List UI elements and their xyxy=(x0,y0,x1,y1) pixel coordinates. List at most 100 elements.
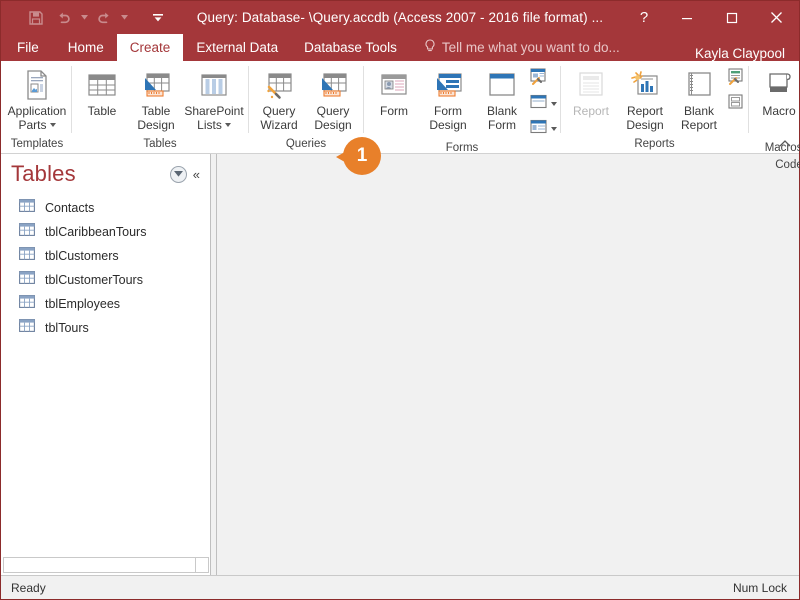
table-design-label-2: Design xyxy=(137,117,175,132)
more-forms-button[interactable] xyxy=(529,118,557,140)
more-forms-icon xyxy=(529,118,548,140)
ribbon-tabs: File Home Create External Data Database … xyxy=(1,34,799,61)
nav-item-label: tblCaribbeanTours xyxy=(45,225,147,239)
navigation-pane-horizontal-scrollbar[interactable] xyxy=(3,557,209,573)
sharepoint-lists-label-1: SharePoint xyxy=(184,104,244,118)
quick-access-toolbar xyxy=(1,6,171,30)
query-design-button[interactable]: Query Design xyxy=(306,65,360,132)
chevron-up-icon xyxy=(779,139,791,146)
close-button[interactable] xyxy=(754,1,799,34)
tab-home[interactable]: Home xyxy=(55,34,117,61)
nav-item-tblemployees[interactable]: tblEmployees xyxy=(1,292,210,316)
labels-icon xyxy=(726,92,745,116)
table-button[interactable]: Table xyxy=(75,65,129,119)
nav-item-tblcustomers[interactable]: tblCustomers xyxy=(1,244,210,268)
chevron-down-icon[interactable] xyxy=(551,102,557,106)
tell-me-search[interactable]: Tell me what you want to do... xyxy=(410,34,630,61)
scrollbar-thumb[interactable] xyxy=(4,558,196,572)
blank-report-button[interactable]: Blank Report xyxy=(672,65,726,132)
sharepoint-lists-label-2: Lists xyxy=(197,117,222,132)
report-design-label-2: Design xyxy=(626,117,664,132)
query-wizard-label-2: Wizard xyxy=(260,117,298,132)
report-button[interactable]: Report xyxy=(564,65,618,119)
lightbulb-icon xyxy=(424,38,436,57)
query-wizard-button[interactable]: Query Wizard xyxy=(252,65,306,132)
navigation-pane-dropdown-button[interactable] xyxy=(169,165,187,183)
status-message: Ready xyxy=(11,580,46,595)
redo-dropdown-icon[interactable] xyxy=(119,6,129,30)
form-wizard-icon xyxy=(529,67,548,91)
report-icon xyxy=(574,68,608,102)
report-design-label-1: Report xyxy=(626,104,663,118)
navigation-icon xyxy=(529,93,548,115)
status-bar: Ready Num Lock xyxy=(1,575,799,599)
form-label: Form xyxy=(380,104,408,118)
report-design-button[interactable]: Report Design xyxy=(618,65,672,132)
navigation-pane: Tables « Contacts tblCaribbeanTours tblC… xyxy=(1,154,211,575)
table-design-button[interactable]: Table Design xyxy=(129,65,183,132)
report-design-icon xyxy=(628,68,662,102)
report-wizard-icon xyxy=(726,67,745,91)
tab-external-data[interactable]: External Data xyxy=(183,34,291,61)
nav-item-label: tblTours xyxy=(45,321,89,335)
macro-button[interactable]: Macro xyxy=(752,65,800,119)
navigation-pane-title: Tables xyxy=(11,161,76,186)
query-wizard-label-1: Query xyxy=(262,104,296,118)
sharepoint-lists-icon xyxy=(197,68,231,102)
reports-small-buttons xyxy=(726,65,745,115)
ribbon-group-label-forms: Forms xyxy=(445,142,479,154)
undo-dropdown-icon[interactable] xyxy=(79,6,89,30)
maximize-button[interactable] xyxy=(709,1,754,34)
ribbon-group-label-templates: Templates xyxy=(10,138,64,150)
save-icon[interactable] xyxy=(23,6,49,30)
application-parts-label-1: Application xyxy=(7,104,67,118)
nav-item-contacts[interactable]: Contacts xyxy=(1,196,210,220)
title-bar: Query: Database- \Query.accdb (Access 20… xyxy=(1,1,799,34)
nav-item-tblcaribbeantours[interactable]: tblCaribbeanTours xyxy=(1,220,210,244)
navigation-button[interactable] xyxy=(529,93,557,115)
minimize-button[interactable] xyxy=(664,1,709,34)
shutter-bar-collapse-button[interactable]: « xyxy=(193,167,204,182)
nav-item-tbltours[interactable]: tblTours xyxy=(1,316,210,340)
ribbon-group-label-tables: Tables xyxy=(143,138,177,150)
tab-database-tools[interactable]: Database Tools xyxy=(291,34,410,61)
blank-form-label-1: Blank xyxy=(486,104,518,118)
user-account-name[interactable]: Kayla Claypool xyxy=(695,46,799,61)
ribbon-group-label-queries: Queries xyxy=(285,138,327,150)
undo-icon[interactable] xyxy=(51,6,77,30)
table-icon xyxy=(19,271,35,289)
form-design-icon xyxy=(431,68,465,102)
form-button[interactable]: Form xyxy=(367,65,421,119)
application-parts-button[interactable]: Application Parts xyxy=(6,65,68,132)
form-wizard-button[interactable] xyxy=(529,68,557,90)
query-wizard-icon xyxy=(262,68,296,102)
tab-file[interactable]: File xyxy=(1,34,55,61)
chevron-down-icon[interactable] xyxy=(224,123,231,128)
redo-icon[interactable] xyxy=(91,6,117,30)
chevron-down-icon[interactable] xyxy=(551,127,557,131)
ribbon-group-queries: Query Wizard Query Design Queries xyxy=(249,61,363,153)
blank-report-label-1: Blank xyxy=(683,104,715,118)
blank-form-label-2: Form xyxy=(488,117,516,132)
blank-report-icon xyxy=(682,68,716,102)
navigation-pane-header: Tables « xyxy=(1,154,210,194)
collapse-ribbon-button[interactable] xyxy=(777,135,793,151)
form-design-button[interactable]: Form Design xyxy=(421,65,475,132)
navigation-pane-list: Contacts tblCaribbeanTours tblCustomers … xyxy=(1,194,210,557)
num-lock-indicator: Num Lock xyxy=(732,580,787,595)
tab-create[interactable]: Create xyxy=(116,34,184,61)
labels-button[interactable] xyxy=(726,93,745,115)
report-wizard-button[interactable] xyxy=(726,68,745,90)
nav-item-label: Contacts xyxy=(45,201,95,215)
nav-item-tblcustomertours[interactable]: tblCustomerTours xyxy=(1,268,210,292)
chevron-down-icon[interactable] xyxy=(49,123,56,128)
form-design-label-2: Design xyxy=(429,117,467,132)
table-icon xyxy=(19,223,35,241)
sharepoint-lists-button[interactable]: SharePoint Lists xyxy=(183,65,245,132)
query-design-label-2: Design xyxy=(314,117,352,132)
help-button[interactable]: ? xyxy=(624,1,664,34)
application-parts-icon xyxy=(20,68,54,102)
blank-form-button[interactable]: Blank Form xyxy=(475,65,529,132)
blank-form-icon xyxy=(485,68,519,102)
customize-quick-access-toolbar-icon[interactable] xyxy=(145,6,171,30)
